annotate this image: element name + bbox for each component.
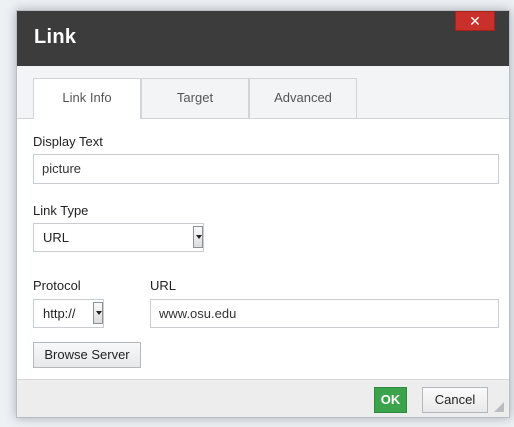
cancel-button[interactable]: Cancel <box>422 387 488 413</box>
protocol-value: http:// <box>43 306 76 321</box>
link-type-select[interactable]: URL <box>33 223 204 252</box>
tab-link-info[interactable]: Link Info <box>33 78 141 119</box>
browse-server-button[interactable]: Browse Server <box>33 342 141 368</box>
display-text-label: Display Text <box>33 134 103 149</box>
resize-grip-icon[interactable] <box>494 402 504 412</box>
chevron-down-icon[interactable] <box>193 226 203 248</box>
dialog-footer: OK Cancel <box>17 379 509 417</box>
protocol-select[interactable]: http:// <box>33 299 104 328</box>
link-dialog: Link ✕ Link Info Target Advanced Display… <box>16 10 510 418</box>
protocol-label: Protocol <box>33 278 81 293</box>
url-label: URL <box>150 278 177 293</box>
url-input[interactable]: www.osu.edu <box>150 299 499 328</box>
tab-bar: Link Info Target Advanced <box>17 66 509 119</box>
chevron-down-icon[interactable] <box>93 302 103 324</box>
close-icon: ✕ <box>469 13 481 29</box>
ok-button[interactable]: OK <box>374 387 407 413</box>
dialog-titlebar[interactable]: Link ✕ <box>17 11 509 66</box>
close-button[interactable]: ✕ <box>455 11 495 31</box>
tab-advanced[interactable]: Advanced <box>249 78 357 118</box>
dialog-title: Link <box>34 26 77 48</box>
display-text-input[interactable]: picture <box>33 154 499 184</box>
link-type-label: Link Type <box>33 203 89 218</box>
link-type-value: URL <box>43 230 70 245</box>
tab-target[interactable]: Target <box>141 78 249 118</box>
